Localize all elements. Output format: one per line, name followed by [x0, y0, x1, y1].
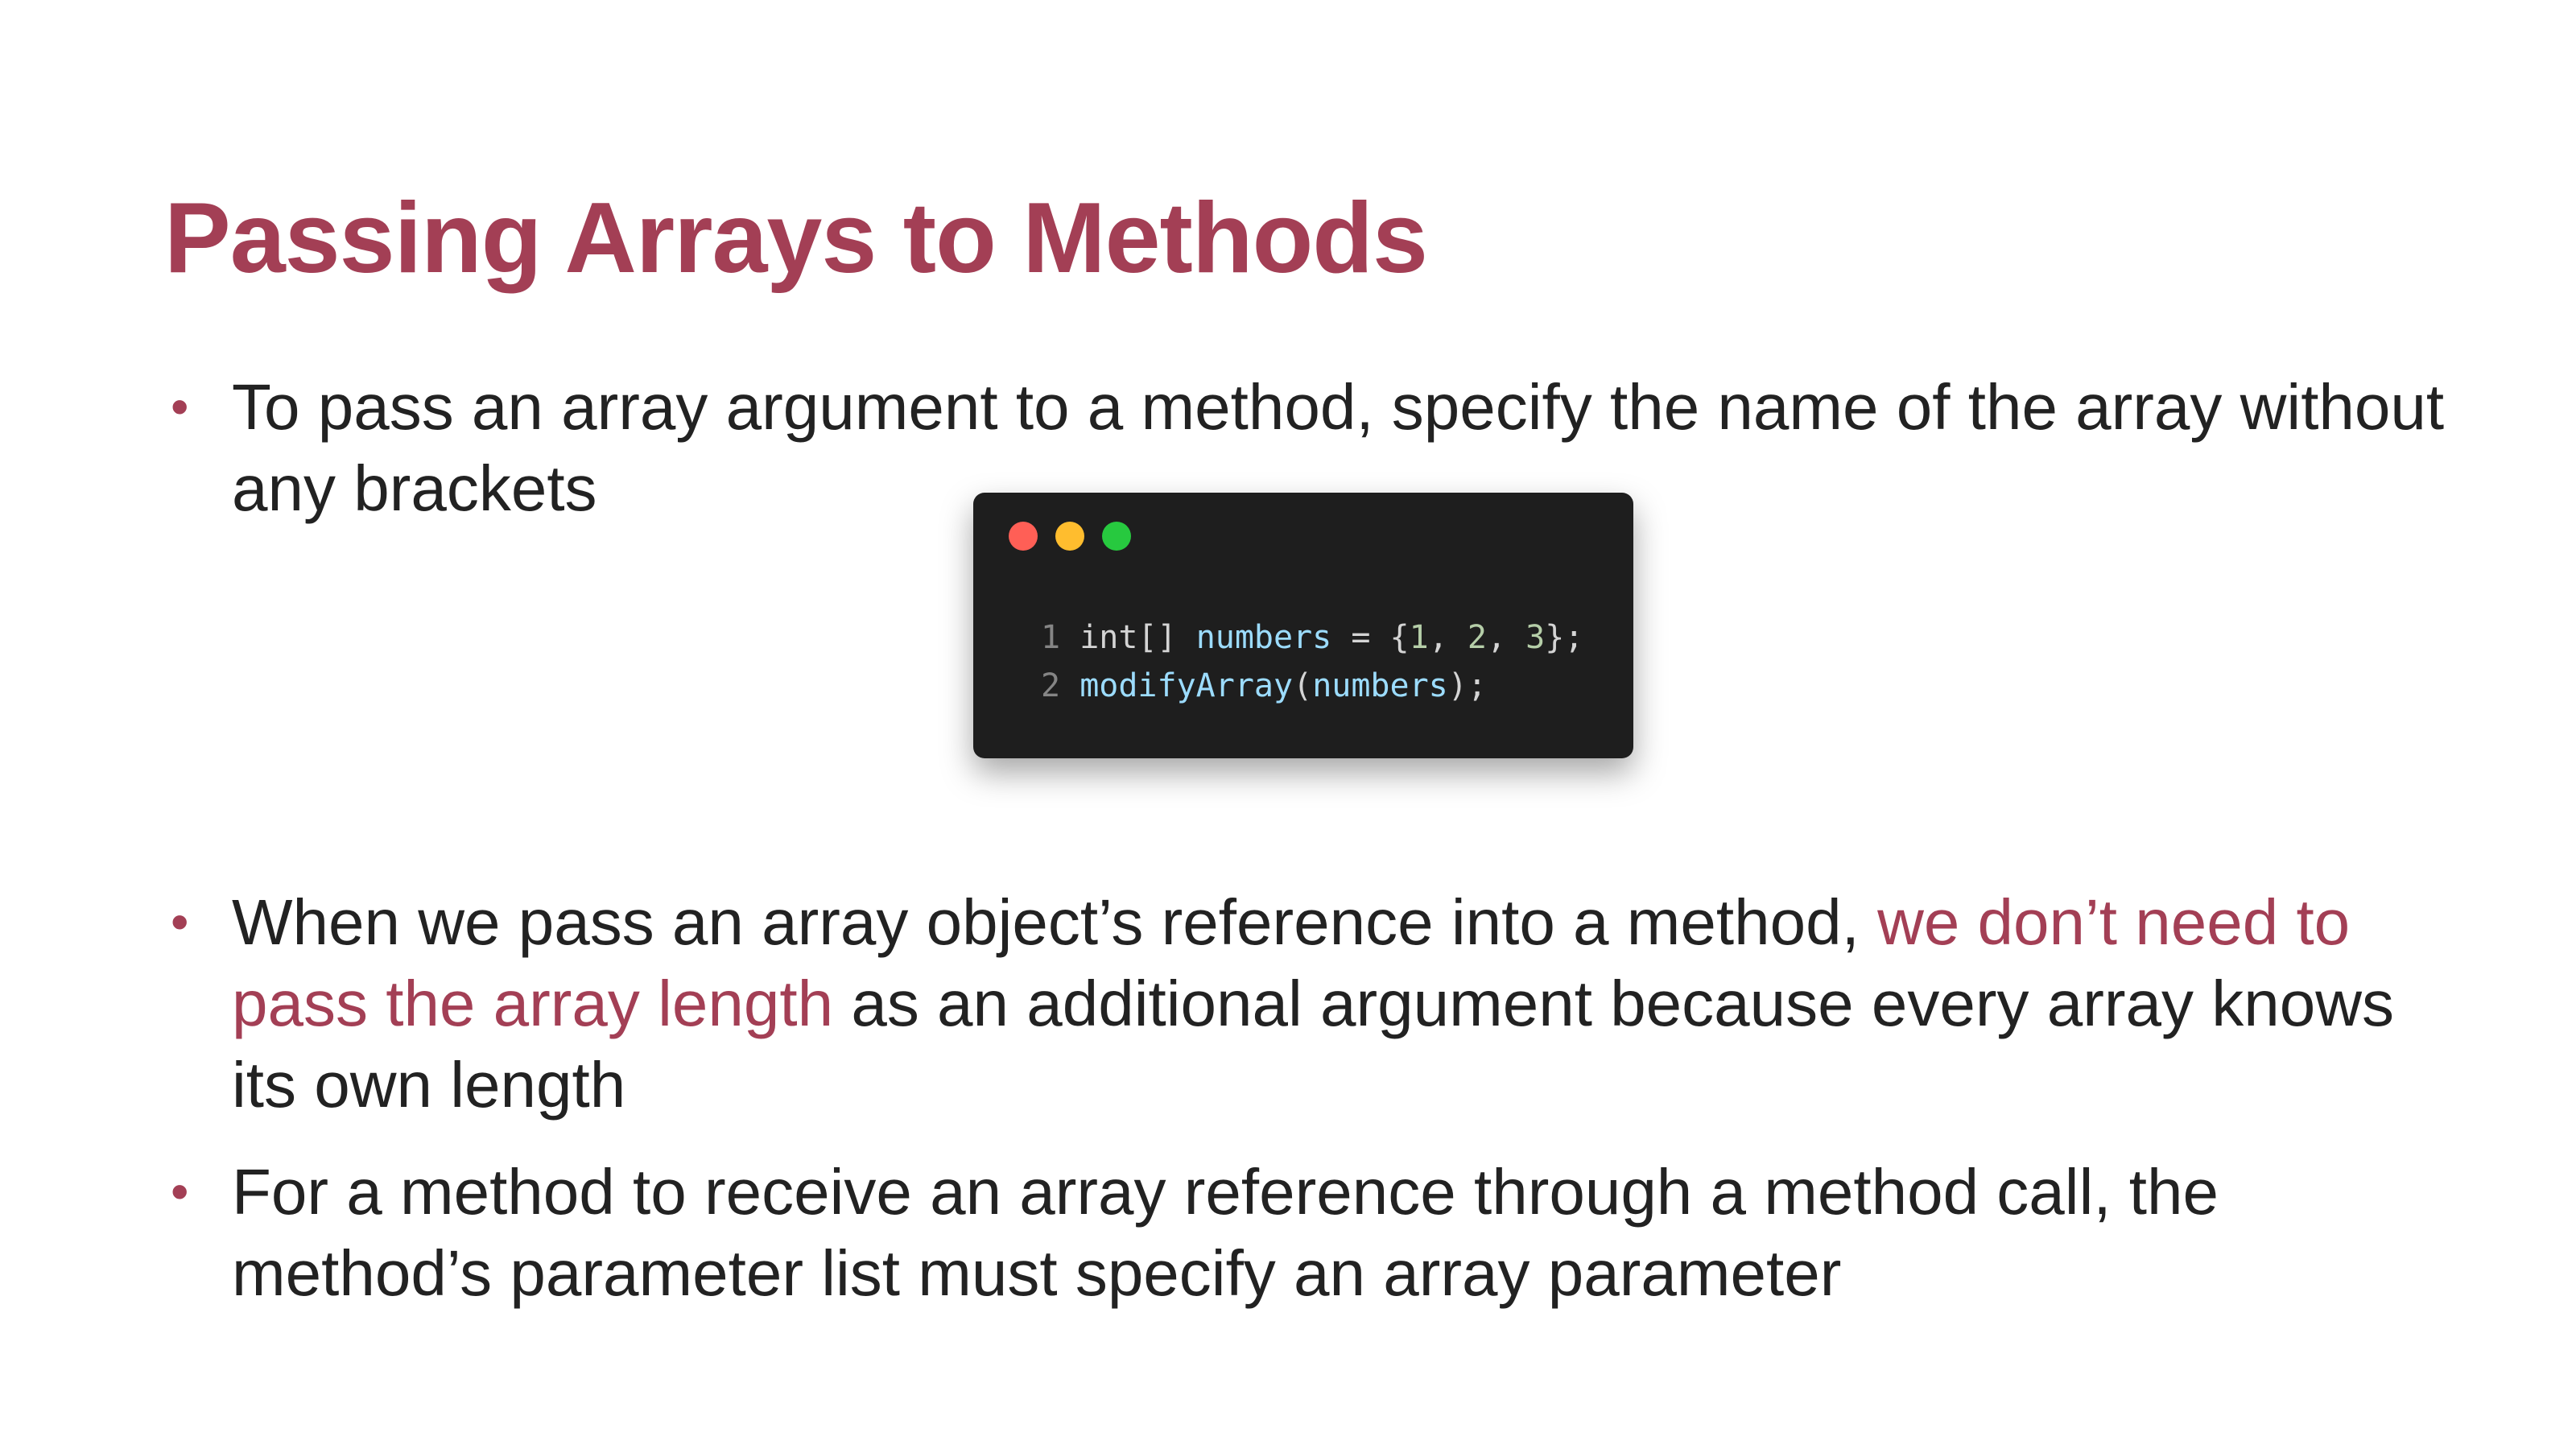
code-token-plain: ); — [1447, 667, 1487, 704]
bullet-marker: • — [171, 378, 189, 436]
code-token-number: 2 — [1467, 619, 1487, 656]
code-token-plain: = { — [1331, 619, 1410, 656]
bullet-item-3: • For a method to receive an array refer… — [171, 1151, 2470, 1314]
code-token-plain: int[] — [1080, 619, 1196, 656]
bullet-marker: • — [171, 1162, 189, 1220]
code-snippet-window: 1 int[] numbers = {1, 2, 3}; 2 modifyArra… — [973, 493, 1633, 758]
code-line: 1 int[] numbers = {1, 2, 3}; — [1041, 613, 1583, 662]
code-line-number: 1 — [1041, 619, 1061, 656]
window-minimize-dot-icon — [1055, 522, 1084, 551]
code-token-plain: }; — [1545, 619, 1584, 656]
bullet-text-before: When we pass an array object’s reference… — [232, 886, 1878, 958]
bullet-item-2: • When we pass an array object’s referen… — [171, 881, 2470, 1125]
code-token-function: modifyArray — [1080, 667, 1294, 704]
code-line-number: 2 — [1041, 667, 1061, 704]
bullet-text: For a method to receive an array referen… — [232, 1156, 2219, 1309]
code-line: 2 modifyArray(numbers); — [1041, 662, 1583, 710]
slide-title: Passing Arrays to Methods — [164, 183, 1428, 294]
code-token-plain: , — [1486, 619, 1526, 656]
code-token-number: 1 — [1409, 619, 1429, 656]
code-token-plain: , — [1428, 619, 1468, 656]
window-maximize-dot-icon — [1102, 522, 1131, 551]
bullet-marker: • — [171, 893, 189, 951]
code-block: 1 int[] numbers = {1, 2, 3}; 2 modifyArra… — [1041, 613, 1583, 710]
code-token-plain: ( — [1293, 667, 1313, 704]
code-token-number: 3 — [1525, 619, 1546, 656]
code-token-identifier: numbers — [1312, 667, 1448, 704]
window-close-dot-icon — [1009, 522, 1038, 551]
code-token-identifier: numbers — [1195, 619, 1332, 656]
